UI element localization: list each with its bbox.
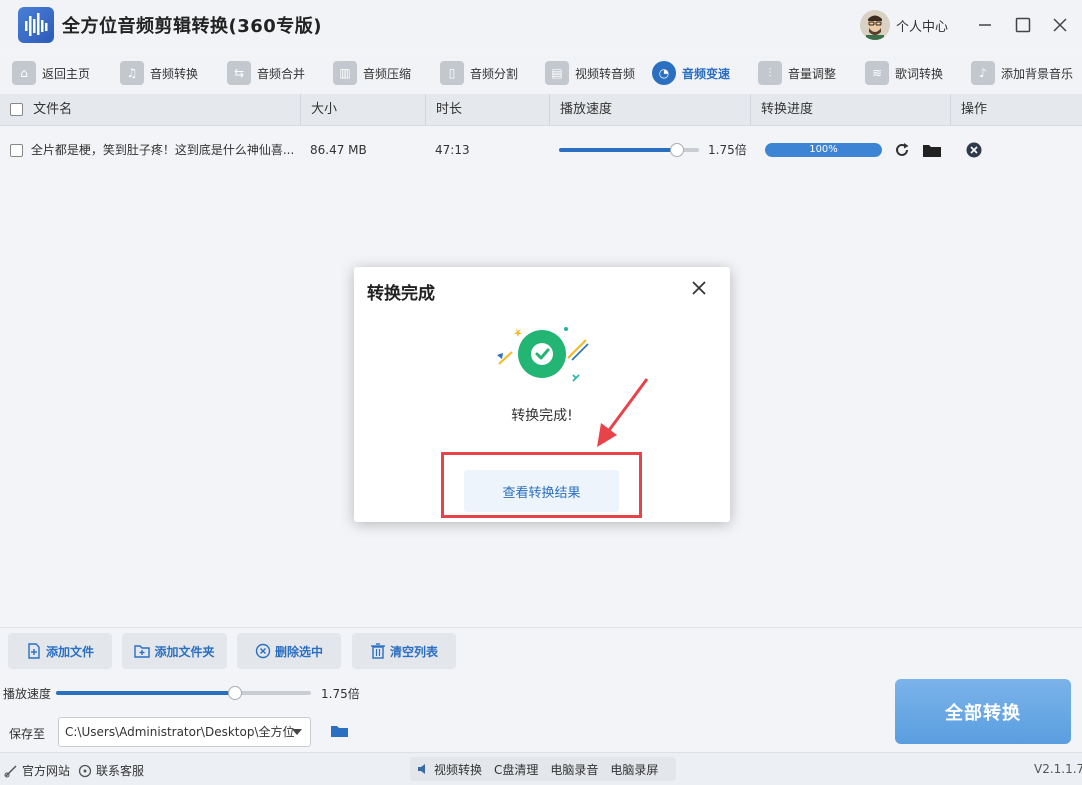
speed-gauge-icon: ◔	[652, 61, 676, 85]
table-row: 全片都是梗，笑到肚子疼！这到底是什么神仙喜... 86.47 MB 47:13 …	[0, 128, 1082, 172]
home-icon: ⌂	[12, 61, 36, 85]
toolbar: ⌂ 返回主页 ♫ 音频转换 ⇆ 音频合并 ▥ 音频压缩 ▯ 音频分割 ▤ 视频转…	[0, 52, 1082, 94]
add-file-icon	[26, 643, 42, 659]
row-speed-slider-fill	[559, 148, 677, 152]
delete-circle-icon	[255, 643, 271, 659]
add-file-button[interactable]: 添加文件	[8, 633, 112, 669]
background-music-icon: ♪	[971, 61, 995, 85]
remove-row-icon[interactable]	[964, 140, 984, 160]
save-to-label: 保存至	[9, 727, 46, 741]
header-actions: 操作	[961, 102, 988, 117]
speaker-icon	[418, 764, 425, 774]
headset-icon	[78, 764, 92, 777]
quick-disk-cleanup[interactable]: C盘清理	[494, 761, 538, 778]
lyrics-icon: ≋	[865, 61, 889, 85]
dialog-message: 转换完成!	[511, 408, 573, 424]
header-duration: 时长	[426, 94, 550, 126]
annotation-arrow-icon	[597, 378, 649, 447]
bottom-panel: 添加文件 添加文件夹 删除选中 清空列表 播放速度 1.75倍 保存至 C:\U…	[0, 627, 1082, 752]
quick-video-convert[interactable]: 视频转换	[434, 761, 482, 778]
tool-audio-convert[interactable]: ♫ 音频转换	[120, 59, 198, 87]
close-icon[interactable]	[1045, 10, 1075, 40]
film-icon: ▤	[545, 61, 569, 85]
merge-icon: ⇆	[227, 61, 251, 85]
header-progress: 转换进度	[751, 94, 951, 126]
compress-icon: ▥	[333, 61, 357, 85]
row-speed-slider-thumb[interactable]	[670, 143, 684, 157]
volume-sliders-icon: ⫶	[758, 61, 782, 85]
app-title: 全方位音频剪辑转换(360专版)	[62, 16, 323, 37]
tool-add-background-music[interactable]: ♪ 添加背景音乐	[971, 59, 1073, 87]
success-check-icon	[494, 324, 590, 388]
dialog-title: 转换完成	[367, 284, 435, 304]
tool-audio-compress[interactable]: ▥ 音频压缩	[333, 59, 411, 87]
row-speed-value: 1.75倍	[708, 143, 747, 157]
avatar[interactable]	[860, 10, 890, 40]
row-checkbox[interactable]	[10, 144, 23, 157]
row-duration: 47:13	[435, 143, 470, 157]
version-label: V2.1.1.7	[1034, 762, 1082, 776]
chevron-down-icon	[292, 729, 302, 735]
add-folder-icon	[134, 643, 151, 659]
dialog-close-icon[interactable]	[688, 277, 710, 299]
tool-home[interactable]: ⌂ 返回主页	[12, 59, 90, 87]
contact-support-link[interactable]: 联系客服	[78, 762, 144, 779]
row-filename: 全片都是梗，笑到肚子疼！这到底是什么神仙喜...	[30, 143, 295, 157]
tool-audio-speed[interactable]: ◔ 音频变速	[652, 59, 730, 87]
browse-folder-icon[interactable]	[330, 723, 350, 741]
delete-selected-button[interactable]: 删除选中	[237, 633, 341, 669]
music-note-icon: ♫	[120, 61, 144, 85]
open-folder-icon[interactable]	[922, 140, 942, 160]
header-size: 大小	[301, 94, 426, 126]
official-website-link[interactable]: 官方网站	[4, 762, 70, 779]
row-speed-slider[interactable]	[559, 143, 699, 157]
quick-record-audio[interactable]: 电脑录音	[550, 761, 598, 778]
convert-all-button[interactable]: 全部转换	[895, 679, 1071, 744]
tool-lyrics-convert[interactable]: ≋ 歌词转换	[865, 59, 943, 87]
tool-audio-merge[interactable]: ⇆ 音频合并	[227, 59, 305, 87]
quick-tools-bar: 视频转换 C盘清理 电脑录音 电脑录屏	[410, 757, 677, 781]
select-all-checkbox[interactable]	[10, 103, 23, 116]
row-progress-label: 100%	[809, 144, 838, 155]
global-speed-slider[interactable]	[56, 686, 311, 700]
trash-icon	[370, 643, 386, 659]
row-size: 86.47 MB	[310, 143, 367, 157]
global-speed-slider-thumb[interactable]	[228, 686, 242, 700]
status-bar: 官方网站 联系客服 视频转换 C盘清理 电脑录音 电脑录屏 V2.1.1.7	[0, 752, 1082, 785]
split-icon: ▯	[440, 61, 464, 85]
tool-video-to-audio[interactable]: ▤ 视频转音频	[545, 59, 635, 87]
refresh-icon[interactable]	[892, 140, 912, 160]
row-filename-cell: 全片都是梗，笑到肚子疼！这到底是什么神仙喜...	[10, 128, 300, 172]
maximize-icon[interactable]	[1008, 10, 1038, 40]
clear-list-button[interactable]: 清空列表	[352, 633, 456, 669]
row-progress-bar: 100%	[765, 143, 882, 157]
link-icon	[4, 764, 17, 777]
minimize-icon[interactable]	[970, 10, 1000, 40]
table-header: 文件名 大小 时长 播放速度 转换进度 操作	[0, 94, 1082, 126]
tool-volume-adjust[interactable]: ⫶ 音量调整	[758, 59, 836, 87]
global-speed-slider-fill	[56, 691, 235, 695]
global-speed-value: 1.75倍	[321, 687, 360, 701]
global-speed-label: 播放速度	[3, 687, 52, 701]
user-center-link[interactable]: 个人中心	[896, 16, 948, 35]
header-speed: 播放速度	[550, 94, 751, 126]
header-filename: 文件名	[0, 94, 301, 126]
save-path-select[interactable]: C:\Users\Administrator\Desktop\全方位	[58, 717, 311, 747]
app-logo	[18, 7, 54, 43]
tool-audio-split[interactable]: ▯ 音频分割	[440, 59, 518, 87]
quick-record-screen[interactable]: 电脑录屏	[610, 761, 658, 778]
annotation-highlight-box	[441, 452, 642, 518]
title-bar: 全方位音频剪辑转换(360专版) 个人中心	[0, 0, 1082, 50]
add-folder-button[interactable]: 添加文件夹	[122, 633, 227, 669]
